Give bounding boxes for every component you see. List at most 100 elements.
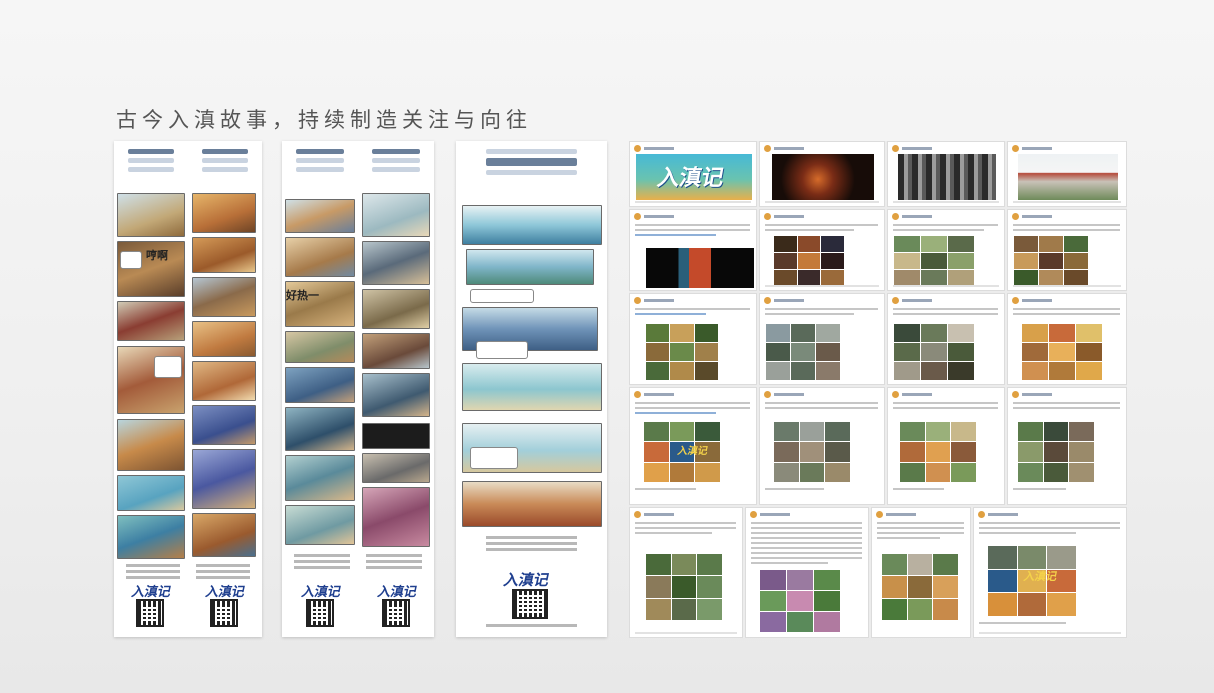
social-post — [1007, 141, 1127, 207]
social-post: 入滇记 — [973, 507, 1127, 638]
brand-logo: 入滇记 — [676, 446, 709, 457]
comic-panel — [462, 363, 602, 411]
brand-logo: 入滇记 — [501, 571, 551, 589]
social-post — [1007, 209, 1127, 291]
social-post — [759, 141, 885, 207]
brand-logo: 入滇记 — [375, 585, 419, 600]
post-photo-grid — [882, 554, 958, 620]
comic-shout-text: 哼啊 — [146, 249, 168, 262]
footer-text-lines — [482, 533, 581, 555]
speech-bubble — [470, 289, 534, 303]
social-post — [887, 209, 1005, 291]
comic-panel — [117, 193, 185, 237]
qr-code — [306, 599, 334, 627]
comic-strip-header — [192, 145, 258, 189]
speech-bubble — [120, 251, 142, 269]
speech-bubble — [154, 356, 182, 378]
comic-strip-2: 入滇记 好热一 入滇记 — [282, 141, 434, 637]
comic-strip-header — [118, 145, 184, 189]
post-image — [646, 248, 754, 288]
social-post — [745, 507, 869, 638]
speech-bubble — [476, 341, 528, 359]
social-posts-collage: 入滇记 入滇记 入滇记 — [629, 141, 1127, 638]
social-post: 入滇记 — [629, 387, 757, 505]
comic-panel — [285, 407, 355, 451]
comic-panel — [462, 481, 602, 527]
comic-panel — [192, 277, 256, 317]
comic-panel — [285, 331, 355, 363]
post-image — [1018, 154, 1118, 200]
social-post — [1007, 387, 1127, 505]
comic-strip-header — [476, 145, 587, 189]
comic-panel — [192, 321, 256, 357]
post-image — [772, 154, 874, 200]
social-post — [887, 387, 1005, 505]
footer-text-lines — [122, 561, 184, 583]
comic-panel — [117, 301, 185, 341]
social-post — [871, 507, 971, 638]
comic-panel — [462, 205, 602, 245]
comic-panel — [362, 333, 430, 369]
comic-panel — [362, 373, 430, 417]
social-post — [887, 141, 1005, 207]
comic-panel — [362, 487, 430, 547]
post-photo-grid — [1014, 236, 1088, 286]
comic-panel — [117, 475, 185, 511]
comic-panel — [117, 515, 185, 559]
footer-text-lines — [362, 551, 426, 573]
post-photo-grid — [1018, 422, 1094, 482]
brand-logo: 入滇记 — [1022, 570, 1059, 583]
post-photo-grid — [900, 422, 976, 482]
comic-panel — [285, 199, 355, 233]
post-photo-grid — [894, 236, 974, 286]
comic-panel — [192, 405, 256, 445]
post-photo-grid — [774, 236, 844, 286]
comic-panel — [285, 455, 355, 501]
social-post — [887, 293, 1005, 385]
social-post — [629, 507, 743, 638]
brand-logo: 入滇记 — [299, 585, 343, 600]
qr-code — [512, 589, 548, 619]
comic-panel — [362, 289, 430, 329]
post-photo-grid — [646, 324, 718, 380]
post-image — [898, 154, 996, 200]
comic-panel — [285, 237, 355, 277]
comic-panel — [192, 361, 256, 401]
comic-panel — [362, 241, 430, 285]
comic-panel — [362, 423, 430, 449]
footer-text-lines — [290, 551, 354, 573]
comic-strip-1-right-column: 入滇记 — [188, 141, 262, 637]
comic-panel — [192, 193, 256, 233]
qr-code — [210, 599, 238, 627]
comic-panel — [192, 449, 256, 509]
social-post — [759, 209, 885, 291]
comic-strip-header — [362, 145, 430, 189]
comic-panel — [466, 249, 594, 285]
post-photo-grid — [760, 570, 840, 632]
post-photo-grid — [646, 554, 722, 620]
footer-text-lines — [192, 561, 254, 583]
comic-panel — [362, 193, 430, 237]
comic-strip-2-right-column: 好热一 入滇记 — [286, 141, 434, 637]
comic-panel — [285, 367, 355, 403]
comic-strip-1: 哼啊 入滇记 入滇记 — [114, 141, 262, 637]
social-post — [1007, 293, 1127, 385]
social-post: 入滇记 — [629, 141, 757, 207]
comic-panel — [192, 513, 256, 557]
post-photo-grid — [774, 422, 850, 482]
social-post — [629, 209, 757, 291]
comic-shout-text: 好热一 — [286, 289, 319, 302]
qr-code — [136, 599, 164, 627]
post-photo-grid — [1022, 324, 1102, 380]
comic-panel — [117, 419, 185, 471]
post-banner: 入滇记 — [636, 154, 752, 200]
comic-strip-2-left-column: 入滇记 — [282, 141, 358, 637]
post-photo-grid — [894, 324, 974, 380]
social-post — [759, 387, 885, 505]
footer-text-lines — [482, 621, 581, 629]
brand-logo: 入滇记 — [655, 165, 726, 191]
brand-logo: 入滇记 — [203, 585, 247, 600]
speech-bubble — [470, 447, 518, 469]
comic-strip-header — [286, 145, 354, 189]
post-photo-grid — [766, 324, 840, 380]
